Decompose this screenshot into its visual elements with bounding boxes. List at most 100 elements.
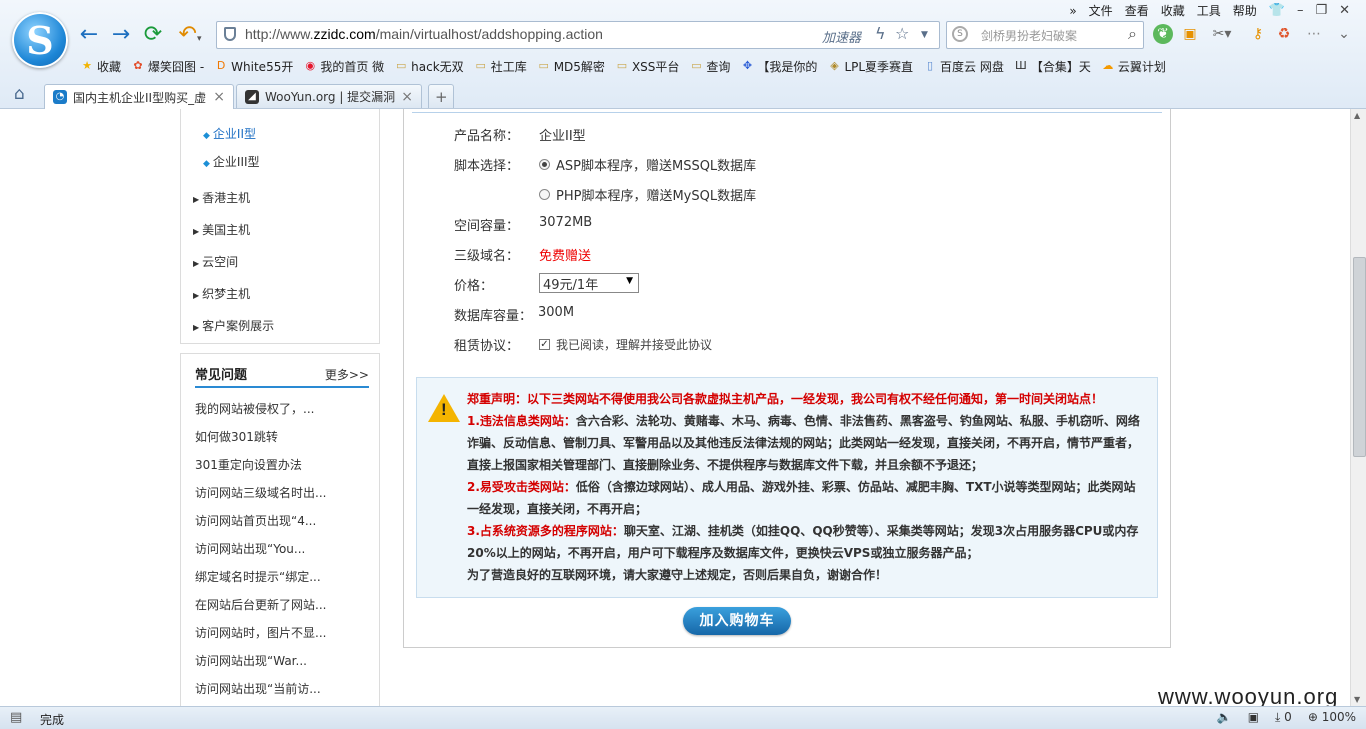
new-tab-button[interactable]: + — [428, 84, 454, 108]
faq-item[interactable]: 绑定域名时提示“绑定... — [195, 568, 321, 585]
scrollbar-thumb[interactable] — [1353, 257, 1366, 457]
scroll-up-icon[interactable]: ▲ — [1354, 111, 1360, 120]
notice-closing: 为了营造良好的互联网环境，请大家遵守上述规定，否则后果自负，谢谢合作！ — [467, 568, 888, 582]
category-dedecms-host[interactable]: ▶ 织梦主机 — [193, 285, 250, 302]
expand-icon[interactable]: ⌄ — [1334, 24, 1354, 44]
product-name-value: 企业II型 — [539, 129, 586, 144]
radio-selected-icon[interactable] — [539, 159, 550, 170]
faq-item[interactable]: 访问网站出现“War... — [195, 652, 307, 669]
search-box[interactable]: S 剑桥男扮老妇破案 ⌕ — [946, 21, 1144, 49]
favorite-item[interactable]: ▯ 百度云 网盘 — [923, 58, 1004, 75]
leaf-icon[interactable]: ❦ — [1153, 24, 1173, 44]
chevron-down-icon[interactable]: ▼ — [921, 30, 928, 40]
menu-favorites[interactable]: 收藏 — [1161, 2, 1185, 19]
notice-clause-2: 2.易受攻击类网站：低俗（含擦边球网站）、成人用品、游戏外挂、彩票、仿品站、减肥… — [467, 480, 1136, 494]
notice-clause-1: 1.违法信息类网站：含六合彩、法轮功、黄赌毒、木马、病毒、色情、非法售药、黑客盗… — [467, 414, 1140, 428]
favorite-item[interactable]: ✿ 爆笑囧图 - — [131, 58, 204, 75]
zoom-indicator[interactable]: ⊕ 100% — [1308, 710, 1356, 725]
tab-zzidc[interactable]: ◔ 国内主机企业II型购买_虚 × — [44, 84, 234, 109]
search-icon[interactable]: ⌕ — [1128, 24, 1137, 44]
recycle-icon[interactable]: ♻ — [1274, 24, 1294, 44]
faq-item[interactable]: 我的网站被侵权了，... — [195, 400, 314, 417]
dropdown-arrow-icon[interactable]: ▼ — [626, 276, 633, 286]
checkbox-checked-icon[interactable]: ✓ — [539, 339, 550, 350]
faq-item[interactable]: 访问网站出现“You... — [195, 540, 305, 557]
favorite-item[interactable]: ▭ 查询 — [689, 58, 730, 75]
minimize-icon[interactable]: – — [1297, 3, 1304, 18]
subcategory-item[interactable]: ◆ 企业III型 — [203, 153, 260, 170]
favorite-item[interactable]: ▭ 社工库 — [474, 58, 526, 75]
menu-chevron-icon[interactable]: » — [1069, 4, 1076, 18]
faq-item[interactable]: 访问网站时，图片不显... — [195, 624, 326, 641]
faq-item[interactable]: 301重定向设置办法 — [195, 456, 302, 473]
favorite-label: XSS平台 — [631, 59, 680, 74]
refresh-icon[interactable]: ⟳ — [140, 22, 166, 48]
close-window-icon[interactable]: ✕ — [1339, 3, 1350, 18]
faq-item[interactable]: 访问网站首页出现“4... — [195, 512, 316, 529]
category-hk-host[interactable]: ▶ 香港主机 — [193, 189, 250, 206]
vertical-scrollbar[interactable]: ▲ ▼ — [1350, 109, 1366, 706]
lightning-icon[interactable]: ϟ — [875, 24, 886, 43]
faq-more-link[interactable]: 更多>> — [325, 366, 369, 383]
close-tab-icon[interactable]: × — [395, 89, 413, 105]
search-input[interactable]: 剑桥男扮老妇破案 — [981, 27, 1077, 44]
faq-item[interactable]: 如何做301跳转 — [195, 428, 278, 445]
favorite-item[interactable]: ★ 收藏 — [80, 58, 121, 75]
favorite-item[interactable]: ▭ MD5解密 — [537, 58, 605, 75]
folder-icon: ▭ — [616, 59, 628, 72]
volume-icon[interactable]: 🔈 — [1217, 710, 1232, 725]
faq-item[interactable]: 访问网站出现“当前访... — [195, 680, 321, 697]
favorite-item[interactable]: ▭ hack无双 — [394, 58, 464, 75]
favorite-label: 收藏 — [97, 59, 122, 74]
category-case-showcase[interactable]: ▶ 客户案例展示 — [193, 317, 274, 334]
order-panel: 产品名称： 企业II型 脚本选择： ASP脚本程序，赠送MSSQL数据库 PHP… — [403, 109, 1171, 648]
favorite-label: 【我是你的 — [757, 59, 818, 74]
faq-item[interactable]: 在网站后台更新了网站... — [195, 596, 326, 613]
accelerator-label[interactable]: 加速器 — [822, 27, 861, 46]
menu-view[interactable]: 查看 — [1125, 2, 1149, 19]
radio-unselected-icon[interactable] — [539, 189, 550, 200]
scissors-icon[interactable]: ✂▾ — [1208, 24, 1236, 44]
more-icon[interactable]: ⋯ — [1304, 24, 1324, 44]
search-engine-icon[interactable]: S — [952, 26, 968, 42]
folder-icon: ▭ — [538, 59, 549, 72]
forward-arrow-icon[interactable]: → — [108, 22, 134, 48]
menu-help[interactable]: 帮助 — [1233, 2, 1257, 19]
flower-icon: ✿ — [133, 59, 143, 72]
restore-icon[interactable]: ❐ — [1315, 3, 1327, 18]
script-option-php[interactable]: PHP脚本程序，赠送MySQL数据库 — [539, 185, 756, 204]
favorite-item[interactable]: Ш 【合集】天 — [1014, 58, 1091, 75]
favorite-item[interactable]: ◈ LPL夏季赛直 — [827, 58, 913, 75]
address-bar[interactable]: http://www.zzidc.com/main/virtualhost/ad… — [216, 21, 940, 49]
skin-icon[interactable]: 👕 — [1269, 3, 1285, 18]
category-cloud-space[interactable]: ▶ 云空间 — [193, 253, 238, 270]
script-option-asp[interactable]: ASP脚本程序，赠送MSSQL数据库 — [539, 155, 756, 174]
favorite-item[interactable]: ◉ 我的首页 微 — [303, 58, 385, 75]
address-url[interactable]: http://www.zzidc.com/main/virtualhost/ad… — [245, 26, 603, 42]
favorite-item[interactable]: D White55开 — [214, 58, 293, 75]
scroll-down-icon[interactable]: ▼ — [1354, 695, 1360, 704]
favorite-item[interactable]: ✥ 【我是你的 — [740, 58, 818, 75]
add-to-cart-button[interactable]: 加入购物车 — [683, 607, 791, 635]
key-icon[interactable]: ⚷ — [1248, 24, 1268, 44]
close-tab-icon[interactable]: × — [207, 89, 225, 105]
back-arrow-icon[interactable]: ← — [76, 22, 102, 48]
category-us-host[interactable]: ▶ 美国主机 — [193, 221, 250, 238]
tab-wooyun[interactable]: ◢ WooYun.org | 提交漏洞 × — [236, 84, 422, 108]
subcategory-item[interactable]: ◆ 企业II型 — [203, 125, 256, 142]
home-icon[interactable]: ⌂ — [14, 84, 25, 104]
price-select[interactable]: 49元/1年 ▼ — [539, 273, 639, 293]
tab-bar: ⌂ ◔ 国内主机企业II型购买_虚 × ◢ WooYun.org | 提交漏洞 … — [0, 82, 1366, 109]
favorite-item[interactable]: ☁ 云翼计划 — [1101, 58, 1166, 75]
screenshot-icon[interactable]: ▣ — [1248, 710, 1259, 725]
faq-item[interactable]: 访问网站三级域名时出... — [195, 484, 326, 501]
menu-tools[interactable]: 工具 — [1197, 2, 1221, 19]
favorite-item[interactable]: ▭ XSS平台 — [615, 58, 680, 75]
undo-icon[interactable]: ↶▾ — [172, 22, 208, 48]
agreement-checkbox[interactable]: ✓ 我已阅读，理解并接受此协议 — [539, 336, 712, 353]
download-indicator[interactable]: ⤓ 0 — [1275, 710, 1292, 725]
star-outline-icon[interactable]: ☆ — [895, 24, 909, 43]
menu-file[interactable]: 文件 — [1089, 2, 1113, 19]
sidebar-icon[interactable]: ▣ — [1180, 24, 1200, 44]
subdomain-value: 免费赠送 — [539, 249, 592, 264]
